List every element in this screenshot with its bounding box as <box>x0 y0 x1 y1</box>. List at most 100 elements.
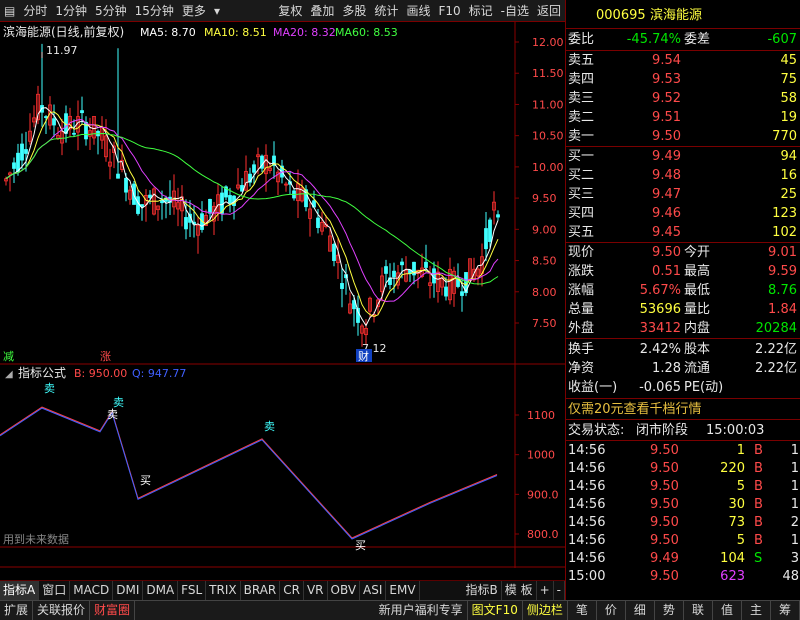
cell: 2.22亿 <box>755 342 797 357</box>
toolbar-item[interactable]: 返回 <box>533 0 565 21</box>
cell: 14:56 <box>568 461 606 476</box>
tab-7[interactable]: BRAR <box>241 581 281 600</box>
status-row: 交易状态: 闭市阶段 15:00:03 <box>566 421 800 440</box>
tab-8[interactable]: CR <box>280 581 304 600</box>
bottom-item-4[interactable]: 图文F10 <box>468 601 523 620</box>
toolbar-item[interactable]: 复权 <box>274 0 306 21</box>
cell: 卖五 <box>568 53 595 68</box>
tab-16[interactable]: - <box>554 581 565 600</box>
collapse-icon[interactable]: ◢ <box>5 369 13 380</box>
tab-13[interactable]: 指标B <box>463 581 502 600</box>
candle-body <box>252 164 256 173</box>
toolbar-item[interactable]: 统计 <box>370 0 402 21</box>
toolbar-item[interactable]: F10 <box>434 0 464 21</box>
cell: 卖三 <box>568 91 595 106</box>
tab-0[interactable]: 指标A <box>0 581 40 600</box>
bottom-item-1[interactable]: 关联报价 <box>33 601 91 620</box>
panel-tab-3[interactable]: 势 <box>655 601 684 620</box>
panel-tab-4[interactable]: 联 <box>684 601 713 620</box>
tab-3[interactable]: DMI <box>113 581 144 600</box>
cell: 5 <box>736 533 745 548</box>
cell: 5.67% <box>639 283 681 298</box>
toolbar-item[interactable]: 更多 <box>178 0 210 21</box>
cell: 30 <box>728 497 745 512</box>
tab-6[interactable]: TRIX <box>206 581 241 600</box>
kline-chart[interactable]: 滨海能源(日线,前复权) MA5: 8.70 MA10: 8.51 MA20: … <box>0 22 565 568</box>
buy-level: 买三 9.47 25 <box>566 185 800 204</box>
cell: 交易状态: <box>568 423 625 438</box>
panel-tab-0[interactable]: 笔 <box>568 601 597 620</box>
panel-tab-1[interactable]: 价 <box>597 601 626 620</box>
toolbar-item[interactable]: -自选 <box>497 0 533 21</box>
bottom-item-2[interactable]: 财富圈 <box>90 601 136 620</box>
price-tick: 11.00 <box>532 98 564 111</box>
toolbar-item[interactable]: 1分钟 <box>51 0 91 21</box>
bottom-item-5[interactable]: 侧边栏 <box>523 601 568 620</box>
toolbar-item[interactable]: 标记 <box>465 0 497 21</box>
promo-link: 仅需20元查看千档行情 <box>568 402 702 417</box>
cell: 14:56 <box>568 497 606 512</box>
stat-row: 外盘 33412 内盘 20284 <box>566 319 800 338</box>
tab-5[interactable]: FSL <box>178 581 207 600</box>
cell: 股本 <box>684 342 711 357</box>
cell: 1 <box>790 479 799 494</box>
cell: 9.45 <box>652 225 681 240</box>
toolbar-item[interactable]: 叠加 <box>306 0 338 21</box>
tab-14[interactable]: 模 板 <box>502 581 537 600</box>
cell: 流通 <box>684 361 711 376</box>
cell: 量比 <box>684 302 711 317</box>
ind-tick: 1000 <box>527 449 555 462</box>
dropdown-icon[interactable]: ▾ <box>210 0 224 21</box>
panel-tab-5[interactable]: 值 <box>713 601 742 620</box>
cell: 买二 <box>568 168 595 183</box>
tab-1[interactable]: 窗口 <box>39 581 71 600</box>
cell: 14:56 <box>568 533 606 548</box>
toolbar-item[interactable]: 多股 <box>338 0 370 21</box>
tab-4[interactable]: DMA <box>143 581 179 600</box>
bottom-item-0[interactable]: 扩展 <box>0 601 34 620</box>
promo-row[interactable]: 仅需20元查看千档行情 <box>566 400 800 419</box>
bottom-item-3[interactable]: 新用户福利专享 <box>375 601 468 620</box>
cell: 15:00 <box>568 569 606 584</box>
cell: 委差 <box>684 32 711 47</box>
ma20-line <box>5 118 499 303</box>
menu-icon[interactable]: ▤ <box>0 0 19 21</box>
cai-marker[interactable]: 财 <box>358 349 369 363</box>
cell: 总量 <box>568 302 595 317</box>
price-tick: 8.50 <box>532 255 557 268</box>
panel-tab-6[interactable]: 主 <box>742 601 771 620</box>
indicator-title[interactable]: 指标公式 <box>18 365 66 380</box>
candle-body <box>184 217 188 230</box>
tick-row: 14:56 9.50 5 B 1 <box>566 531 800 550</box>
cell: 今开 <box>684 245 711 260</box>
cell: 14:56 <box>568 479 606 494</box>
tab-2[interactable]: MACD <box>70 581 114 600</box>
cell: 卖二 <box>568 110 595 125</box>
tab-10[interactable]: OBV <box>328 581 361 600</box>
cell: B <box>754 479 763 494</box>
cell: 收益(一) <box>568 380 618 395</box>
cell: 9.49 <box>650 551 679 566</box>
tab-12[interactable]: EMV <box>386 581 420 600</box>
tab-9[interactable]: VR <box>304 581 328 600</box>
stock-code: 000695 <box>596 8 646 23</box>
panel-tab-2[interactable]: 细 <box>626 601 655 620</box>
toolbar-item[interactable]: 15分钟 <box>131 0 178 21</box>
cell: B <box>754 443 763 458</box>
candle-body <box>136 196 140 214</box>
cell: 45 <box>780 53 797 68</box>
buy-level: 买五 9.45 102 <box>566 223 800 242</box>
toolbar-item[interactable]: 分时 <box>19 0 51 21</box>
zhang-marker[interactable]: 涨 <box>100 350 111 363</box>
indicator-b: B: 950.00 <box>74 367 127 380</box>
info-row: 收益(一) -0.065 PE(动) <box>566 378 800 397</box>
stat-row: 涨跌 0.51 最高 9.59 <box>566 262 800 281</box>
cell: 9.50 <box>652 129 681 144</box>
jian-marker[interactable]: 减 <box>3 350 14 363</box>
cell: 1 <box>790 461 799 476</box>
tab-15[interactable]: + <box>537 581 554 600</box>
toolbar-item[interactable]: 5分钟 <box>91 0 131 21</box>
panel-tab-7[interactable]: 筹 <box>771 601 800 620</box>
tab-11[interactable]: ASI <box>360 581 387 600</box>
toolbar-item[interactable]: 画线 <box>402 0 434 21</box>
